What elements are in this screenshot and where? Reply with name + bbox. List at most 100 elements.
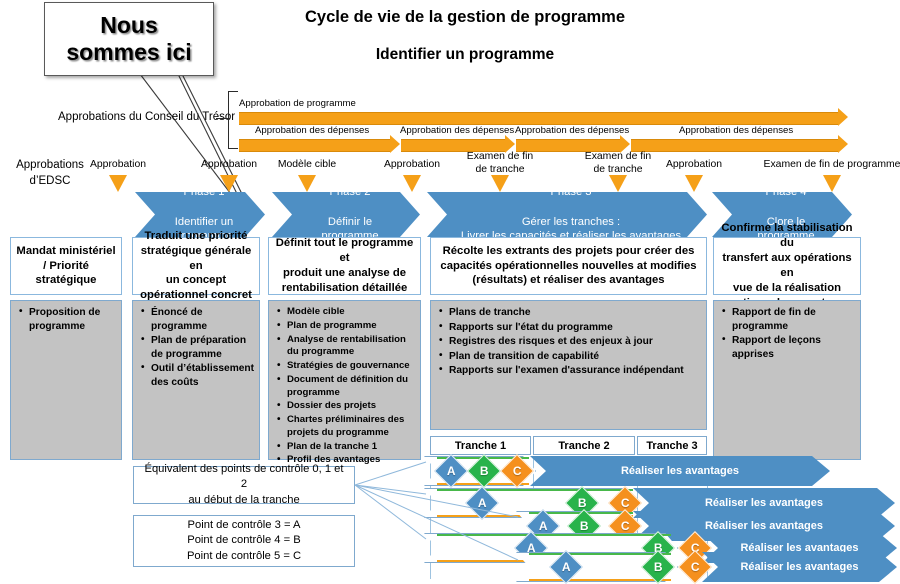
list-item: Chartes préliminaires des projets du pro…: [277, 413, 416, 440]
checkpoint-c-label: C: [620, 518, 630, 533]
marker-label-6: Examen de fin de tranche: [584, 151, 652, 175]
marker-label-4: Approbation: [383, 159, 441, 170]
marker-triangle-5: [491, 175, 509, 192]
marker-label-2: Approbation: [200, 159, 258, 170]
checkpoint-b-label: B: [577, 495, 587, 510]
deliverables-box-2: Énoncé de programme Plan de préparation …: [132, 300, 260, 460]
marker-label-7: Approbation: [665, 159, 723, 170]
list-item: Proposition de programme: [19, 305, 117, 333]
deliverables-box-3: Modèle cible Plan de programme Analyse d…: [268, 300, 421, 466]
list-item: Plans de tranche: [439, 305, 702, 320]
marker-triangle-3: [298, 175, 316, 192]
marker-label-8: Examen de fin de programme: [763, 159, 900, 170]
description-box-2: Traduit une priorité stratégique général…: [132, 230, 260, 301]
list-item: Plan de préparation de programme: [141, 333, 255, 361]
benefit-row-4-green-line: [437, 534, 671, 536]
marker-label-5: Examen de fin de tranche: [466, 151, 534, 175]
phase-chevron-3[interactable]: Phase 3 Gérer les tranches : Livrer les …: [427, 192, 707, 237]
phase-4-name: Phase 4: [765, 186, 807, 199]
treasury-board-bracket: [228, 91, 238, 149]
expenditure-approval-bar-1-body: [239, 139, 391, 152]
description-box-1: Mandat ministériel / Priorité stratégiqu…: [10, 237, 122, 295]
list-item: Analyse de rentabilisation du programme: [277, 333, 416, 360]
deliverables-list-3: Modèle cible Plan de programme Analyse d…: [275, 305, 416, 467]
checkpoint-b-label: B: [579, 518, 589, 533]
program-approval-bar-arrowhead: [838, 108, 848, 126]
program-approval-bar-label: Approbation de programme: [239, 98, 356, 109]
benefit-row-5-blue[interactable]: Réaliser les avantages: [702, 552, 897, 582]
list-item: Modèle cible: [277, 305, 416, 319]
list-item: Registres des risques et des enjeux à jo…: [439, 334, 702, 349]
marker-triangle-7: [685, 175, 703, 192]
list-item: Énoncé de programme: [141, 305, 255, 333]
benefit-row-5-orange-line: [529, 579, 671, 581]
list-item: Dossier des projets: [277, 399, 416, 413]
expenditure-approval-bar-4-arrowhead: [838, 135, 848, 153]
list-item: Plan de programme: [277, 319, 416, 333]
checkpoint-c-label: C: [690, 559, 700, 574]
page-title: Cycle de vie de la gestion de programme: [304, 8, 626, 26]
checkpoint-b-label: B: [479, 463, 489, 478]
checkpoint-c-label: C: [620, 495, 630, 510]
marker-label-1: Approbation: [89, 159, 147, 170]
expenditure-approval-bar-4-body: [631, 139, 839, 152]
marker-triangle-1: [109, 175, 127, 192]
benefit-row-1-label: Réaliser les avantages: [620, 465, 740, 477]
deliverables-list-4: Plans de tranche Rapports sur l'état du …: [437, 305, 702, 378]
expenditure-approval-bar-1-arrowhead: [390, 135, 400, 153]
page-subtitle: Identifier un programme: [375, 46, 555, 63]
expenditure-approval-bar-1-label: Approbation des dépenses: [255, 125, 370, 136]
description-box-3: Définit tout le programme et produit une…: [268, 237, 421, 295]
nous-sommes-ici-callout: Nous sommes ici: [44, 2, 214, 76]
tranche-header-1-label: Tranche 1: [454, 439, 507, 452]
list-item: Rapports sur l'examen d'assurance indépe…: [439, 363, 702, 378]
description-box-5: Confirme la stabilisation du transfert a…: [713, 222, 861, 309]
list-item: Outil d’établissement des coûts: [141, 361, 255, 389]
list-item: Plan de transition de capabilité: [439, 349, 702, 364]
checkpoint-b-label: B: [653, 559, 663, 574]
checkpoint-a-label: A: [561, 559, 571, 574]
deliverables-list-1: Proposition de programme: [17, 305, 117, 333]
marker-triangle-4: [403, 175, 421, 192]
list-item: Rapports sur l'état du programme: [439, 320, 702, 335]
checkpoint-a-label: A: [477, 495, 487, 510]
deliverables-box-4: Plans de tranche Rapports sur l'état du …: [430, 300, 707, 430]
expenditure-approval-bar-4-label: Approbation des dépenses: [679, 125, 794, 136]
list-item: Plan de la tranche 1: [277, 440, 416, 454]
program-approval-bar-body: [239, 112, 839, 125]
phase-2-name: Phase 2: [329, 186, 371, 199]
benefit-row-2-label: Réaliser les avantages: [704, 497, 824, 509]
list-item: Rapport de fin de programme: [722, 305, 856, 333]
tranche-header-3-label: Tranche 3: [646, 439, 698, 452]
description-box-3-text: Définit tout le programme et produit une…: [275, 237, 414, 294]
list-item: Rapport de leçons apprises: [722, 333, 856, 361]
tranche-header-2: Tranche 2: [533, 436, 635, 455]
benefit-row-5-green-line: [529, 553, 671, 555]
note-box-1-text: Équivalent des points de contrôle 0, 1 e…: [144, 462, 344, 506]
tranche-header-3: Tranche 3: [637, 436, 707, 455]
description-box-4: Récolte les extrants des projets pour cr…: [430, 237, 707, 295]
tranche-header-2-label: Tranche 2: [558, 439, 610, 452]
phase-chevron-2[interactable]: Phase 2 Définir le programme: [272, 192, 420, 237]
benefit-row-5-label: Réaliser les avantages: [740, 561, 859, 573]
expenditure-approval-bar-3-label: Approbation des dépenses: [515, 125, 630, 136]
checkpoint-a-label: A: [538, 518, 548, 533]
list-item: Stratégies de gouvernance: [277, 359, 416, 373]
benefit-row-3-label: Réaliser les avantages: [704, 520, 824, 532]
checkpoint-c-label: C: [512, 463, 522, 478]
marker-triangle-2: [220, 175, 238, 192]
phase-3-name: Phase 3: [550, 186, 592, 199]
marker-label-3: Modèle cible: [277, 159, 337, 170]
deliverables-box-5: Rapport de fin de programme Rapport de l…: [713, 300, 861, 460]
description-box-5-text: Confirme la stabilisation du transfert a…: [721, 222, 853, 309]
expenditure-approval-bar-1: Approbation des dépenses: [239, 125, 400, 153]
expenditure-approval-bar-2-label: Approbation des dépenses: [400, 125, 515, 136]
treasury-board-approvals-label: Approbations du Conseil du Trésor: [58, 111, 236, 123]
note-box-checkpoint-legend: Point de contrôle 3 = A Point de contrôl…: [133, 515, 355, 567]
marker-triangle-6: [609, 175, 627, 192]
benefit-row-1-blue[interactable]: Réaliser les avantages: [530, 456, 830, 486]
note-box-2-text: Point de contrôle 3 = A Point de contrôl…: [186, 518, 302, 562]
deliverables-list-5: Rapport de fin de programme Rapport de l…: [720, 305, 856, 361]
deliverables-box-1: Proposition de programme: [10, 300, 122, 460]
description-box-1-text: Mandat ministériel / Priorité stratégiqu…: [16, 244, 116, 287]
